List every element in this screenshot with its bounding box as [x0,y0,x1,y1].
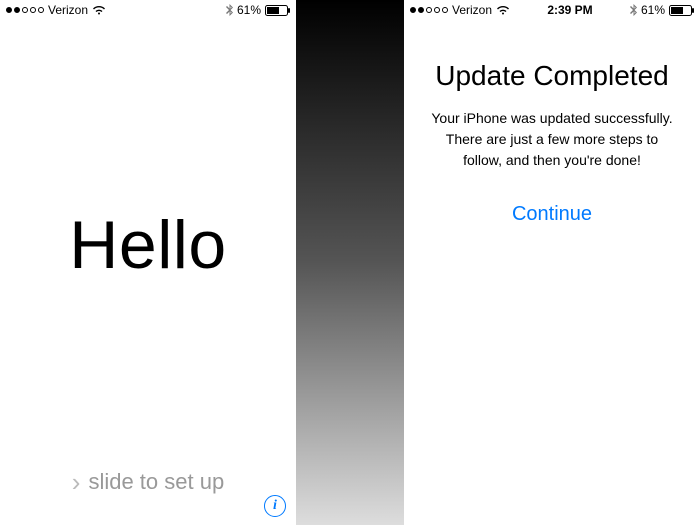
info-icon: i [273,498,277,514]
status-right: 61% [226,3,290,17]
carrier-label: Verizon [48,3,88,17]
hello-screen: Verizon 61% Hello › slide to set up i [0,0,296,525]
battery-percent: 61% [237,3,261,17]
status-right: 61% [630,3,694,17]
update-completed-screen: Verizon 2:39 PM 61% Update Completed You… [404,0,700,525]
battery-icon [669,5,694,16]
chevron-right-icon: › [72,469,81,495]
info-button[interactable]: i [264,495,286,517]
update-description: Your iPhone was updated successfully. Th… [428,108,676,171]
continue-button[interactable]: Continue [428,203,676,226]
wifi-icon [496,5,510,15]
wifi-icon [92,5,106,15]
signal-strength-icon [6,7,44,13]
carrier-label: Verizon [452,3,492,17]
update-title: Update Completed [428,60,676,92]
status-left: Verizon [410,3,510,17]
slide-label: slide to set up [88,469,224,495]
greeting-area: Hello [0,20,296,469]
signal-strength-icon [410,7,448,13]
status-time: 2:39 PM [510,3,630,17]
status-bar: Verizon 2:39 PM 61% [404,0,700,20]
bluetooth-icon [630,4,637,16]
update-body: Update Completed Your iPhone was updated… [404,20,700,226]
bluetooth-icon [226,4,233,16]
slide-to-setup[interactable]: › slide to set up [0,469,296,525]
battery-icon [265,5,290,16]
status-left: Verizon [6,3,106,17]
greeting-text: Hello [69,206,226,284]
battery-percent: 61% [641,3,665,17]
status-bar: Verizon 61% [0,0,296,20]
